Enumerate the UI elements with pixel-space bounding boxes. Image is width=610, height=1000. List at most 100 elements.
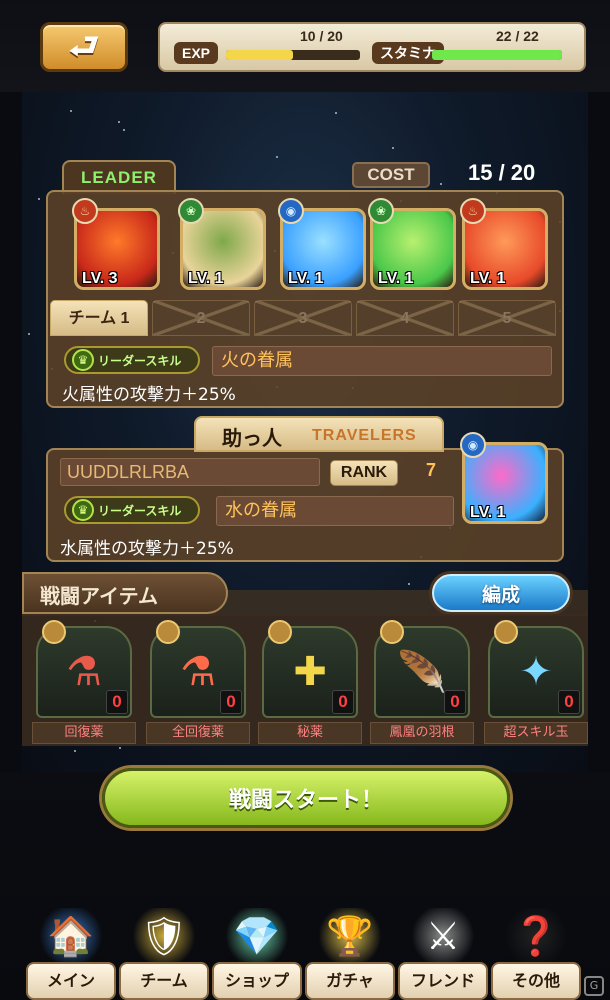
crown-icon: ♛: [72, 499, 94, 521]
nav-label: ガチャ: [305, 962, 395, 1000]
monster-level: LV. 1: [188, 270, 224, 287]
helper-monster[interactable]: ◉ LV. 1: [460, 432, 548, 524]
team-tab-label: 4: [400, 310, 410, 327]
elixir-icon: ✚: [293, 649, 327, 695]
exp-value: 10 / 20: [300, 28, 343, 44]
nav-label: ショップ: [212, 962, 302, 1000]
item-label: 秘薬: [258, 722, 362, 744]
item-count: 0: [106, 690, 128, 714]
phoenix-feather-icon: 🪶: [397, 649, 447, 696]
team-monster-slot[interactable]: ❀ LV. 1: [178, 198, 266, 290]
leader-skill-description: 火属性の攻撃力＋25%: [62, 385, 236, 405]
stamina-bar: [432, 50, 562, 60]
leader-skill-badge-label: リーダースキル: [98, 353, 182, 368]
fire-element-icon: ♨: [72, 198, 98, 224]
helper-monster-level: LV. 1: [470, 504, 506, 521]
star: [334, 111, 337, 114]
rank-label: RANK: [330, 460, 398, 486]
exp-label: EXP: [174, 42, 219, 64]
monster-level: LV. 1: [288, 270, 324, 287]
battle-item-slot[interactable]: ✦ 0 超スキル玉: [484, 620, 588, 744]
star: [276, 155, 279, 158]
monster-level: LV. 1: [378, 270, 414, 287]
mystery-box-icon: ❓: [505, 908, 567, 964]
stamina-bar-fill: [432, 50, 562, 60]
helper-skill-description: 水属性の攻撃力＋25%: [60, 539, 234, 559]
bottom-nav: 🏠 メイン 🛡 チーム 💎 ショップ 🏆 ガチャ ⚔ フレンド ❓ その他: [22, 900, 588, 1000]
water-element-icon: ◉: [460, 432, 486, 458]
battle-item-slot[interactable]: ⚗ 0 回復薬: [32, 620, 136, 744]
helper-skill-badge-label: リーダースキル: [98, 503, 182, 518]
team-tab-label: チーム 1: [68, 310, 130, 327]
helper-title: 助っ人: [222, 426, 282, 450]
pin-icon: [42, 620, 66, 644]
cost-label: COST: [352, 162, 430, 188]
stamina-value: 22 / 22: [496, 28, 539, 44]
watermark-logo: G: [584, 976, 604, 996]
back-button[interactable]: ⮐: [40, 22, 128, 72]
nav-gacha-statue[interactable]: 🏆 ガチャ: [305, 908, 395, 1000]
team-tab-4[interactable]: 4: [356, 300, 454, 336]
item-label: 鳳凰の羽根: [370, 722, 474, 744]
item-count: 0: [444, 690, 466, 714]
pin-icon: [380, 620, 404, 644]
battle-start-label: 戦闘スタート！: [228, 788, 383, 813]
nav-shield[interactable]: 🛡 チーム: [119, 908, 209, 1000]
team-tab-1[interactable]: チーム 1: [50, 300, 148, 336]
star: [37, 197, 40, 200]
team-tab-label: 3: [298, 310, 308, 327]
team-tab-2[interactable]: 2: [152, 300, 250, 336]
full-potion-icon: ⚗: [180, 649, 216, 695]
exp-bar-fill: [226, 50, 293, 60]
team-monster-slot[interactable]: ◉ LV. 1: [278, 198, 366, 290]
team-tab-5[interactable]: 5: [458, 300, 556, 336]
nav-crystal[interactable]: 💎 ショップ: [212, 908, 302, 1000]
star: [122, 129, 125, 132]
cost-value: 15 / 20: [468, 160, 536, 185]
fire-element-icon: ♨: [460, 198, 486, 224]
return-arrow-icon: ⮐: [68, 27, 100, 67]
star: [408, 582, 411, 585]
nav-house[interactable]: 🏠 メイン: [26, 908, 116, 1000]
item-count: 0: [558, 690, 580, 714]
monster-level: LV. 3: [82, 270, 118, 287]
crystal-icon: 💎: [226, 908, 288, 964]
leader-skill-badge: ♛ リーダースキル: [64, 346, 200, 374]
team-tabs: チーム 1 2 3 4 5: [50, 300, 558, 338]
edit-items-button[interactable]: 編成: [432, 574, 570, 612]
edit-button-label: 編成: [481, 583, 520, 606]
nav-mystery-box[interactable]: ❓ その他: [491, 908, 581, 1000]
team-tab-label: 5: [502, 310, 512, 327]
items-header: 戦闘アイテム: [22, 572, 228, 614]
item-count: 0: [220, 690, 242, 714]
team-monster-slot[interactable]: ♨ LV. 3: [72, 198, 160, 290]
nav-label: メイン: [26, 962, 116, 1000]
pin-icon: [156, 620, 180, 644]
helper-name: UUDDLRLRBA: [60, 458, 320, 486]
helper-subtitle: TRAVELERS: [312, 427, 417, 444]
battle-item-slot[interactable]: 🪶 0 鳳凰の羽根: [370, 620, 474, 744]
gacha-statue-icon: 🏆: [319, 908, 381, 964]
leader-skill-name: 火の眷属: [212, 346, 552, 376]
star: [74, 749, 77, 752]
pin-icon: [268, 620, 292, 644]
battle-item-slot[interactable]: ✚ 0 秘薬: [258, 620, 362, 744]
pin-icon: [494, 620, 518, 644]
team-monster-slot[interactable]: ♨ LV. 1: [460, 198, 548, 290]
team-monster-slot[interactable]: ❀ LV. 1: [368, 198, 456, 290]
nav-label: フレンド: [398, 962, 488, 1000]
star: [69, 109, 72, 112]
item-label: 全回復薬: [146, 722, 250, 744]
shield-icon: 🛡: [133, 908, 195, 964]
skill-orb-icon: ✦: [519, 649, 553, 695]
crown-icon: ♛: [72, 349, 94, 371]
star: [392, 146, 395, 149]
helper-skill-badge: ♛ リーダースキル: [64, 496, 200, 524]
helper-tab: 助っ人 TRAVELERS: [194, 416, 444, 452]
battle-start-button[interactable]: 戦闘スタート！: [102, 768, 510, 828]
battle-item-slot[interactable]: ⚗ 0 全回復薬: [146, 620, 250, 744]
team-tab-3[interactable]: 3: [254, 300, 352, 336]
helper-skill-name: 水の眷属: [216, 496, 454, 526]
nav-knight[interactable]: ⚔ フレンド: [398, 908, 488, 1000]
items-header-label: 戦闘アイテム: [40, 584, 158, 608]
